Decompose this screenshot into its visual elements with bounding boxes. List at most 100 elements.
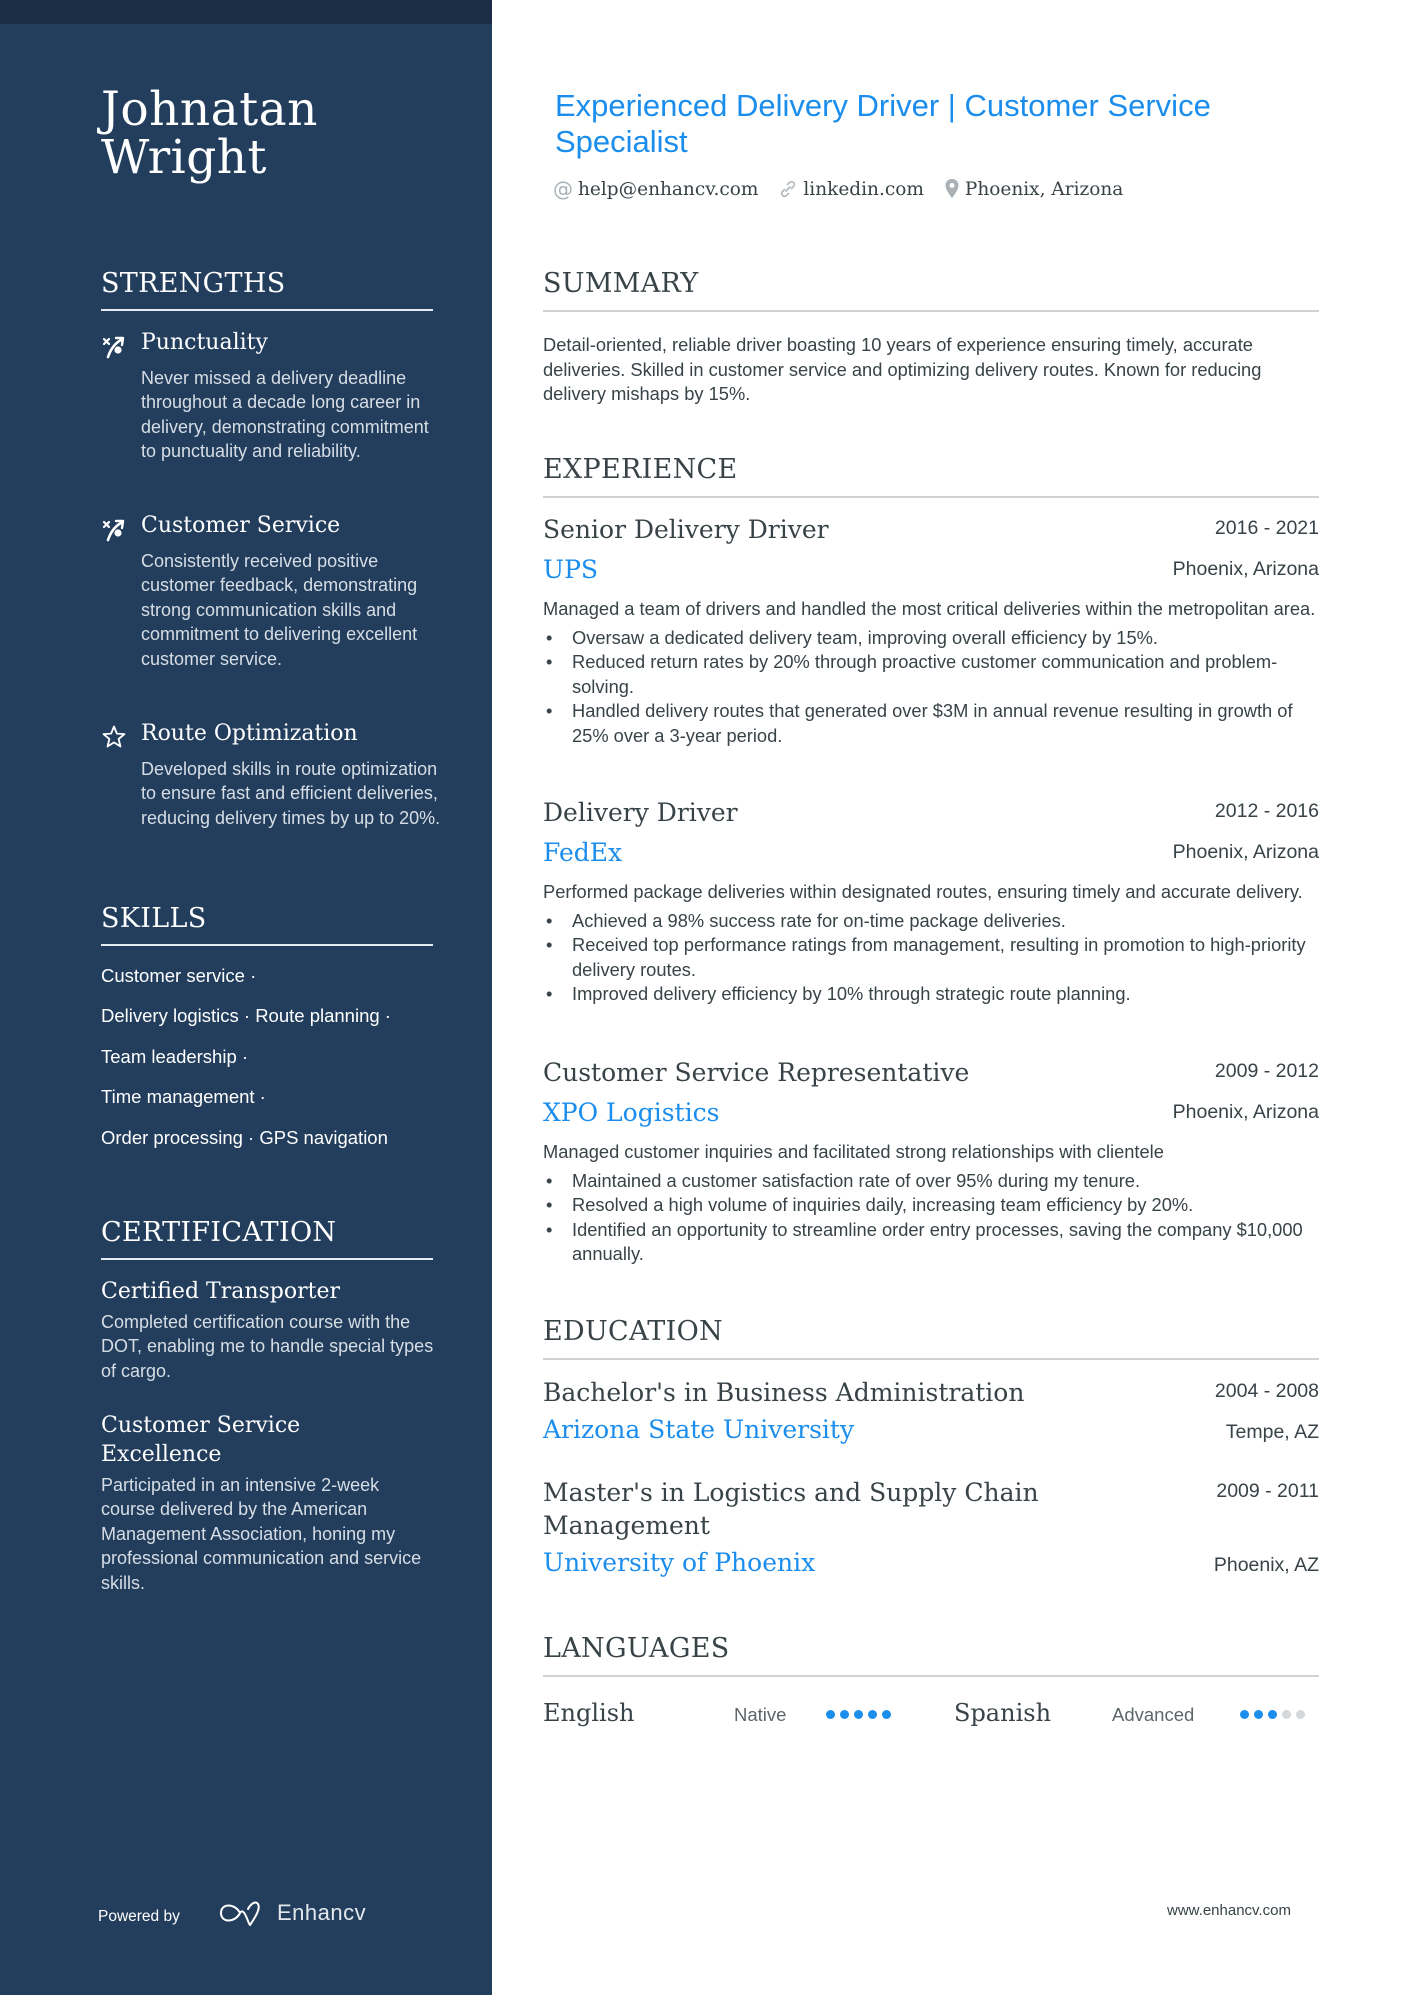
languages-row: English Native Spanish Advanced [543,1699,1319,1735]
contact-linkedin[interactable]: linkedin.com [778,179,924,200]
edu-dates: 2004 - 2008 [1214,1380,1319,1402]
strength-desc: Consistently received positive customer … [141,551,418,669]
job-bullet: Oversaw a dedicated delivery team, impro… [543,626,1319,651]
enhancv-logo-icon[interactable] [218,1897,264,1929]
experience-item: Delivery Driver 2012 - 2016 FedEx Phoeni… [543,798,1319,1007]
job-description: Managed customer inquiries and facilitat… [543,1141,1164,1162]
strengths-heading: STRENGTHS [101,268,433,311]
certification-title: Certified Transporter [101,1279,341,1304]
job-bullet: Reduced return rates by 20% through proa… [543,650,1319,699]
edu-location: Phoenix, AZ [1213,1554,1319,1576]
job-bullets: Maintained a customer satisfaction rate … [543,1169,1319,1267]
certification-heading: CERTIFICATION [101,1217,433,1260]
star-icon [102,725,126,748]
job-bullet: Improved delivery efficiency by 10% thro… [543,982,1319,1007]
rating-dot-empty [1282,1710,1291,1719]
footer-url[interactable]: www.enhancv.com [1167,1902,1291,1919]
rating-dot-filled [1254,1710,1263,1719]
powered-by-label: Powered by [98,1908,180,1925]
summary-heading: SUMMARY [543,268,1319,312]
job-title: Customer Service Representative [543,1058,970,1087]
job-bullet: Handled delivery routes that generated o… [543,699,1319,748]
edu-degree: Bachelor's in Business Administration [543,1378,1025,1407]
certification-item: Customer Service Excellence Participated… [101,1411,441,1595]
languages-heading: LANGUAGES [543,1633,1319,1677]
language-name: Spanish [954,1699,1052,1727]
location-pin-icon [944,178,960,200]
certification-desc: Participated in an intensive 2-week cour… [101,1475,422,1593]
job-description: Performed package deliveries within desi… [543,881,1303,902]
certification-title: Customer Service Excellence [101,1413,301,1467]
contact-row: @ help@enhancv.com linkedin.com Phoenix,… [553,177,1143,201]
job-company: UPS [543,555,599,584]
edu-school: Arizona State University [543,1415,855,1444]
language-level: Native [734,1704,787,1725]
rating-dot-filled [868,1710,877,1719]
sidebar: Johnatan Wright STRENGTHS Punctuality Ne… [0,0,492,1995]
skills-heading: SKILLS [101,903,433,946]
enhancv-brand[interactable]: Enhancv [277,1900,366,1926]
strength-title: Customer Service [141,513,341,538]
rating-dot-filled [854,1710,863,1719]
job-dates: 2012 - 2016 [1214,800,1319,822]
job-bullet: Achieved a 98% success rate for on-time … [543,909,1319,934]
language-rating [1240,1710,1305,1719]
summary-text: Detail-oriented, reliable driver boastin… [543,334,1262,404]
edu-school: University of Phoenix [543,1548,816,1577]
job-dates: 2009 - 2012 [1214,1060,1319,1082]
contact-location: Phoenix, Arizona [944,178,1123,200]
job-bullet: Received top performance ratings from ma… [543,933,1319,982]
language-rating [826,1710,891,1719]
certification-item: Certified Transporter Completed certific… [101,1277,441,1383]
job-bullet: Resolved a high volume of inquiries dail… [543,1193,1319,1218]
strength-title: Punctuality [141,330,268,355]
language-name: English [543,1699,635,1727]
skill-row: Customer service · [101,965,257,986]
name-first: Johnatan [101,82,318,137]
location-text: Phoenix, Arizona [964,178,1124,200]
linkedin-text[interactable]: linkedin.com [803,179,924,200]
job-dates: 2016 - 2021 [1214,517,1319,539]
job-company: FedEx [543,838,623,867]
rating-dot-empty [1296,1710,1305,1719]
experience-item: Customer Service Representative 2009 - 2… [543,1058,1319,1267]
job-location: Phoenix, Arizona [1172,841,1319,863]
job-location: Phoenix, Arizona [1172,1101,1319,1123]
experience-heading: EXPERIENCE [543,454,1319,498]
job-description: Managed a team of drivers and handled th… [543,598,1316,619]
rating-dot-filled [882,1710,891,1719]
certification-desc: Completed certification course with the … [101,1312,434,1381]
edu-degree: Master's in Logistics and Supply Chain M… [543,1478,1039,1540]
rating-dot-filled [1240,1710,1249,1719]
skill-row: Delivery logistics · Route planning · [101,1005,391,1026]
strength-desc: Never missed a delivery deadline through… [141,368,429,462]
link-icon [778,179,798,199]
email-text[interactable]: help@enhancv.com [578,179,758,200]
strength-desc: Developed skills in route optimization t… [141,759,441,828]
at-icon: @ [553,177,573,201]
job-bullet: Maintained a customer satisfaction rate … [543,1169,1319,1194]
job-bullets: Oversaw a dedicated delivery team, impro… [543,626,1319,749]
strength-title: Route Optimization [141,721,358,746]
education-heading: EDUCATION [543,1316,1319,1360]
job-company: XPO Logistics [543,1098,720,1127]
candidate-name: Johnatan Wright [101,86,318,182]
skill-row: Time management · [101,1086,266,1107]
edu-dates: 2009 - 2011 [1216,1480,1319,1502]
contact-email[interactable]: @ help@enhancv.com [553,177,758,201]
name-last: Wright [101,130,267,185]
education-item: Master's in Logistics and Supply Chain M… [543,1476,1319,1579]
education-item: Bachelor's in Business Administration 20… [543,1376,1319,1446]
edu-location: Tempe, AZ [1225,1421,1319,1443]
job-title: Delivery Driver [543,798,738,827]
sidebar-top-strip [0,0,492,24]
route-icon [102,519,125,542]
job-headline: Experienced Delivery Driver | Customer S… [555,88,1211,159]
skill-row: Order processing · GPS navigation [101,1127,388,1148]
rating-dot-filled [1268,1710,1277,1719]
experience-item: Senior Delivery Driver 2016 - 2021 UPS P… [543,515,1319,748]
job-bullet: Identified an opportunity to streamline … [543,1218,1319,1267]
language-level: Advanced [1112,1704,1195,1725]
route-icon [102,336,125,359]
job-title: Senior Delivery Driver [543,515,829,544]
